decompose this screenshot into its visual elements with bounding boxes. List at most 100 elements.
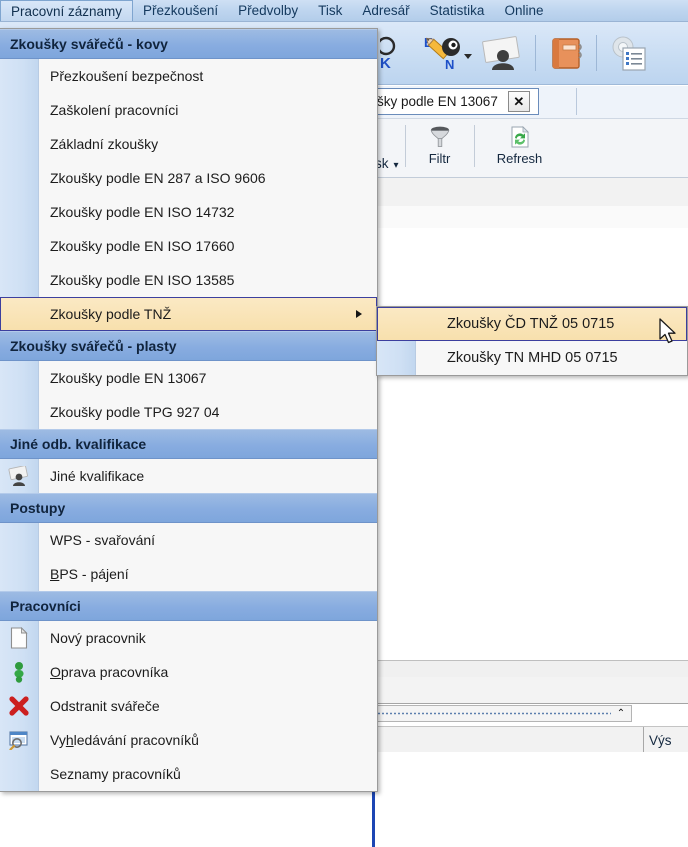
funnel-icon xyxy=(430,126,449,147)
content-pane: ⌃ Výs xyxy=(372,178,688,847)
menu-item-label: Zkoušky podle EN ISO 14732 xyxy=(50,204,235,220)
menu-item-seznamy-pracovniku[interactable]: Seznamy pracovníků xyxy=(0,757,377,791)
grid-body xyxy=(372,752,688,847)
menu-item-icon-slot xyxy=(0,655,38,689)
menu-item-en-iso-14732[interactable]: Zkoušky podle EN ISO 14732 xyxy=(0,195,377,229)
content-subheader-band xyxy=(372,206,688,229)
contact-card-button[interactable] xyxy=(474,28,528,78)
menu-item-en-287-iso-9606[interactable]: Zkoušky podle EN 287 a ISO 9606 xyxy=(0,161,377,195)
menu-bar: Pracovní záznamy Přezkoušení Předvolby T… xyxy=(0,0,688,22)
menubar-label: Tisk xyxy=(318,3,343,18)
menu-item-label: Zkoušky podle EN 13067 xyxy=(50,370,207,386)
menu-item-en-13067[interactable]: Zkoušky podle EN 13067 xyxy=(0,361,377,395)
menu-item-zakladni-zkousky[interactable]: Základní zkoušky xyxy=(0,127,377,161)
menu-item-wps-svarovani[interactable]: WPS - svařování xyxy=(0,523,377,557)
menu-section-header-kovy: Zkoušky svářečů - kovy xyxy=(0,29,377,59)
new-document-icon xyxy=(10,627,28,649)
submenu-item-label: Zkoušky ČD TNŽ 05 0715 xyxy=(447,316,615,332)
content-strip-upper xyxy=(372,660,688,678)
grid-column-header-vys[interactable]: Výs xyxy=(643,727,672,753)
tab-close-icon[interactable]: ✕ xyxy=(507,91,530,112)
menu-item-vyhledavani-pracovniku[interactable]: Vyhledávání pracovníků xyxy=(0,723,377,757)
menubar-item-tisk[interactable]: Tisk xyxy=(308,0,352,21)
menu-item-icon-slot xyxy=(0,229,38,263)
tab-strip: šky podle EN 13067 ✕ xyxy=(372,86,688,118)
menu-item-label: Vyhledávání pracovníků xyxy=(38,732,199,748)
splitter-collapse-bar[interactable]: ⌃ xyxy=(374,705,632,722)
edit-person-icon xyxy=(14,662,24,683)
menu-item-tpg-927-04[interactable]: Zkoušky podle TPG 927 04 xyxy=(0,395,377,429)
menu-item-bps-pajeni[interactable]: BPS - pájení xyxy=(0,557,377,591)
menu-item-icon-slot xyxy=(0,723,38,757)
print-caret-icon[interactable]: ▾ xyxy=(394,160,399,171)
accel-letter: h xyxy=(65,732,74,748)
menu-item-novy-pracovnik[interactable]: Nový pracovnik xyxy=(0,621,377,655)
menu-section-header-postupy: Postupy xyxy=(0,493,377,523)
menu-item-icon-slot xyxy=(0,557,38,591)
person-card-icon xyxy=(8,466,28,486)
content-header-band xyxy=(372,178,688,207)
menu-section-header-plasty: Zkoušky svářečů - plasty xyxy=(0,331,377,361)
menu-item-label: BPS - pájení xyxy=(38,566,129,582)
address-book-icon xyxy=(552,38,582,69)
secondary-toolbar: isk ▾ Filtr Refresh xyxy=(372,118,688,178)
menu-item-label: Zkoušky podle EN ISO 17660 xyxy=(50,238,235,254)
tab-label: šky podle EN 13067 xyxy=(377,94,498,109)
edit-en-button[interactable]: E N xyxy=(420,28,466,78)
menu-item-icon-slot xyxy=(0,93,38,127)
menu-item-en-iso-13585[interactable]: Zkoušky podle EN ISO 13585 xyxy=(0,263,377,297)
menubar-item-prezkouseni[interactable]: Přezkoušení xyxy=(133,0,228,21)
refresh-button[interactable]: Refresh xyxy=(481,125,559,166)
menu-item-jine-kvalifikace[interactable]: Jiné kvalifikace xyxy=(0,459,377,493)
submenu-item-zkousky-cd-tnz[interactable]: Zkoušky ČD TNŽ 05 0715 xyxy=(377,307,687,341)
menubar-item-statistika[interactable]: Statistika xyxy=(420,0,495,21)
filter-label: Filtr xyxy=(428,151,451,166)
submenu-item-zkousky-tn-mhd[interactable]: Zkoušky TN MHD 05 0715 xyxy=(377,341,687,375)
tab-zkousky-en-13067[interactable]: šky podle EN 13067 ✕ xyxy=(372,88,539,115)
menubar-item-online[interactable]: Online xyxy=(494,0,553,21)
accel-letter: B xyxy=(50,566,60,582)
menu-item-label: Odstranit svářeče xyxy=(50,698,160,714)
menu-item-label: Zkoušky podle TPG 927 04 xyxy=(50,404,220,420)
menu-item-zkousky-podle-tnz[interactable]: Zkoušky podle TNŽ xyxy=(0,297,377,331)
refresh-icon xyxy=(511,126,529,148)
menu-item-label-rest: PS - pájení xyxy=(59,566,129,582)
contact-card-icon xyxy=(482,36,520,70)
ok-stamp-button[interactable]: K xyxy=(372,28,418,78)
menubar-item-predvolby[interactable]: Předvolby xyxy=(228,0,308,21)
settings-list-button[interactable] xyxy=(604,28,650,78)
menu-item-icon-slot xyxy=(0,395,38,429)
menu-item-icon-slot xyxy=(0,263,38,297)
menubar-item-adresar[interactable]: Adresář xyxy=(352,0,419,21)
ok-stamp-icon: K xyxy=(380,36,396,70)
tnz-submenu: Zkoušky ČD TNŽ 05 0715 Zkoušky TN MHD 05… xyxy=(376,306,688,376)
menu-section-header-jine-odb-kvalifikace: Jiné odb. kvalifikace xyxy=(0,429,377,459)
menu-item-icon-slot xyxy=(0,523,38,557)
menu-item-en-iso-17660[interactable]: Zkoušky podle EN ISO 17660 xyxy=(0,229,377,263)
chevron-up-icon[interactable]: ⌃ xyxy=(611,708,631,719)
menu-item-icon-slot xyxy=(1,297,39,331)
menu-item-prezkouseni-bezpecnost[interactable]: Přezkoušení bezpečnost xyxy=(0,59,377,93)
menubar-label: Adresář xyxy=(362,3,410,18)
filter-button[interactable]: Filtr xyxy=(412,125,468,166)
menu-item-zaskoleni-pracovnici[interactable]: Zaškolení pracovníci xyxy=(0,93,377,127)
menu-item-oprava-pracovnika[interactable]: Oprava pracovníka xyxy=(0,655,377,689)
menubar-item-pracovni-zaznamy[interactable]: Pracovní záznamy xyxy=(0,0,134,21)
menu-item-label: Jiné kvalifikace xyxy=(50,468,145,484)
menubar-label: Předvolby xyxy=(238,3,299,18)
menu-section-header-pracovnici: Pracovníci xyxy=(0,591,377,621)
refresh-label: Refresh xyxy=(496,151,543,166)
menu-item-label: Přezkoušení bezpečnost xyxy=(50,68,204,84)
address-book-button[interactable] xyxy=(543,28,589,78)
svg-text:N: N xyxy=(445,57,454,72)
svg-text:K: K xyxy=(380,55,391,70)
menu-item-label: WPS - svařování xyxy=(50,532,156,548)
menu-item-icon-slot xyxy=(0,127,38,161)
grid-header-row: Výs xyxy=(372,726,688,754)
content-strip-lower xyxy=(372,677,688,704)
menu-item-label: Základní zkoušky xyxy=(50,136,159,152)
secondary-toolbar-separator-2 xyxy=(473,125,475,167)
splitter-grip-icon xyxy=(377,712,611,715)
menu-item-odstranit-svarece[interactable]: Odstranit svářeče xyxy=(0,689,377,723)
menu-item-icon-slot xyxy=(0,689,38,723)
